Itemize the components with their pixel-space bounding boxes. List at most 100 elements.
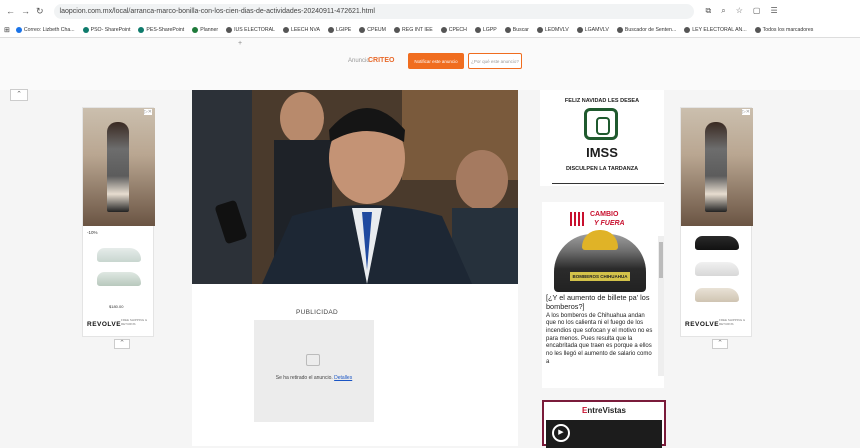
bookmark-favicon-icon xyxy=(138,26,145,33)
shoe-image xyxy=(695,288,739,302)
profile-icon[interactable]: ☰ xyxy=(770,6,777,16)
imss-emblem-icon xyxy=(584,108,618,140)
widget-scrollbar[interactable] xyxy=(658,236,664,376)
bookmark-favicon-icon xyxy=(82,26,89,33)
bookmark-label: LEECH NVA xyxy=(290,26,320,33)
cambio-y-fuera-widget: CAMBIO Y FUERA BOMBEROS CHIHUAHUA [¿Y el… xyxy=(542,202,664,388)
bookmark-favicon-icon xyxy=(616,26,623,33)
play-icon[interactable]: ▶ xyxy=(552,424,570,442)
shoe-image xyxy=(97,272,141,286)
why-ad-button[interactable]: ¿Por qué este anuncio? xyxy=(468,53,522,69)
helmet xyxy=(582,230,618,250)
star-icon[interactable]: ☆ xyxy=(736,6,743,16)
entrevistas-logo: EntreVistas xyxy=(544,406,664,415)
bookmark-favicon-icon xyxy=(226,26,233,33)
imss-greeting: FELIZ NAVIDAD LES DESEA xyxy=(564,98,640,104)
bookmark-item[interactable]: REG INT IEE xyxy=(394,26,433,33)
bookmark-favicon-icon xyxy=(504,26,511,33)
bookmark-label: LEDMVLV xyxy=(544,26,569,33)
bookmark-item[interactable]: Buscar xyxy=(504,26,529,33)
browser-tools: ⧉ ⌕ ☆ ▢ ☰ xyxy=(706,6,778,16)
advertising-label: PUBLICIDAD xyxy=(296,309,339,316)
bookmark-label: IUS ELECTORAL xyxy=(234,26,275,33)
logo-word-fuera: Y FUERA xyxy=(594,220,625,227)
bookmark-item[interactable]: LEDMVLV xyxy=(536,26,569,33)
right-ad-collapse-button[interactable]: ⌃ xyxy=(712,339,728,349)
cambio-y-fuera-logo: CAMBIO Y FUERA xyxy=(570,208,636,230)
bookmark-item[interactable]: LGIPE xyxy=(327,26,351,33)
ad-discount: -10% xyxy=(87,230,98,235)
ad-removed-message: Se ha retirado el anuncio. Detalles xyxy=(254,375,374,381)
zoom-icon[interactable]: ⌕ xyxy=(721,6,725,16)
left-ad-collapse-button[interactable]: ⌃ xyxy=(114,339,130,349)
ad-tagline: FREE SHIPPING & RETURNS xyxy=(719,318,746,326)
right-side-ad[interactable]: ▷✕ REVOLVE FREE SHIPPING & RETURNS xyxy=(680,107,753,337)
reload-icon[interactable]: ↻ xyxy=(36,6,44,17)
bookmark-label: Planner xyxy=(200,26,219,33)
imss-banner[interactable]: FELIZ NAVIDAD LES DESEA IMSS DISCULPEN L… xyxy=(540,90,664,186)
bookmark-item[interactable]: PES-SharePoint xyxy=(138,26,184,33)
bookmark-label: Buscador de Senten... xyxy=(624,26,677,33)
adchoices-icon[interactable]: ▷✕ xyxy=(741,109,750,115)
shoe-image xyxy=(695,236,739,250)
ad-model xyxy=(107,122,129,212)
left-side-ad[interactable]: ▷✕ -10% $180.00 REVOLVE FREE SHIPPING & … xyxy=(82,107,155,337)
bookmark-favicon-icon xyxy=(474,26,481,33)
imss-apology: DISCULPEN LA TARDANZA xyxy=(565,166,639,172)
back-icon[interactable]: ← xyxy=(6,6,15,17)
article-body: PUBLICIDAD Se ha retirado el anuncio. De… xyxy=(192,284,518,446)
collapse-up-button[interactable]: ⌃ xyxy=(10,89,28,101)
bookmark-item[interactable]: CPECH xyxy=(440,26,467,33)
cambio-body: A los bomberos de Chihuahua andan que no… xyxy=(546,312,653,365)
bookmark-item[interactable]: CPEUM xyxy=(359,26,386,33)
bookmark-item[interactable]: Correo: Lizbeth Cha... xyxy=(15,26,75,33)
shoe-image xyxy=(97,248,141,262)
bookmark-item[interactable]: LEECH NVA xyxy=(282,26,320,33)
bookmark-item[interactable]: PSO- SharePoint xyxy=(82,26,130,33)
bookmark-favicon-icon xyxy=(536,26,543,33)
bookmark-item[interactable]: Planner xyxy=(192,26,219,33)
cambio-headline[interactable]: [¿Y el aumento de billete pa' los bomber… xyxy=(546,293,656,312)
ad-removed-text: Se ha retirado el anuncio. xyxy=(275,375,333,381)
ad-details-link[interactable]: Detalles xyxy=(334,375,352,381)
report-ad-button[interactable]: Notificar este anuncio xyxy=(408,53,464,69)
bookmark-item[interactable]: LGAMVLV xyxy=(576,26,609,33)
bookmark-label: LGPP xyxy=(482,26,497,33)
entrevistas-widget[interactable]: EntreVistas ▶ xyxy=(542,400,666,448)
nav-buttons: ← → ↻ xyxy=(0,6,44,17)
scrollbar-thumb[interactable] xyxy=(659,242,663,278)
bookmark-label: LEY ELECTORAL AN... xyxy=(692,26,747,33)
ad-tagline: FREE SHIPPING & RETURNS xyxy=(121,318,148,326)
bookmark-label: CPECH xyxy=(448,26,467,33)
video-thumbnail[interactable]: ▶ xyxy=(546,420,662,448)
article-hero-image xyxy=(192,90,518,284)
bookmark-item[interactable]: LGPP xyxy=(474,26,497,33)
logo-word: ntreVistas xyxy=(587,406,626,415)
right-sidebar: FELIZ NAVIDAD LES DESEA IMSS DISCULPEN L… xyxy=(538,90,666,448)
ad-expand-plus[interactable]: + xyxy=(238,40,242,47)
bookmark-favicon-icon xyxy=(754,26,761,33)
address-bar[interactable]: laopcion.com.mx/local/arranca-marco-boni… xyxy=(53,3,694,19)
bookmark-item[interactable]: LEY ELECTORAL AN... xyxy=(684,26,747,33)
translate-icon[interactable]: ⧉ xyxy=(706,6,712,16)
bookmarks-bar: ⊞ Correo: Lizbeth Cha... PSO- SharePoint P… xyxy=(0,22,860,38)
bookmark-label: CPEUM xyxy=(367,26,386,33)
cambio-article-text: [¿Y el aumento de billete pa' los bomber… xyxy=(546,293,656,367)
adchoices-icon[interactable]: ▷✕ xyxy=(143,109,152,115)
imss-logo: IMSS xyxy=(586,145,618,160)
bookmark-item[interactable]: IUS ELECTORAL xyxy=(226,26,275,33)
bookmark-item[interactable]: Todos los marcadores xyxy=(754,26,813,33)
extensions-icon[interactable]: ▢ xyxy=(753,6,761,16)
bookmark-favicon-icon xyxy=(684,26,691,33)
forward-icon[interactable]: → xyxy=(21,6,30,17)
firefighter-shirt-text: BOMBEROS CHIHUAHUA xyxy=(570,272,630,281)
bookmark-favicon-icon xyxy=(192,26,199,33)
bookmark-item[interactable]: Buscador de Senten... xyxy=(616,26,677,33)
bookmark-favicon-icon xyxy=(576,26,583,33)
ad-label: Anuncio xyxy=(348,58,370,64)
bookmark-favicon-icon xyxy=(359,26,366,33)
bookmark-label: Correo: Lizbeth Cha... xyxy=(23,26,75,33)
apps-icon[interactable]: ⊞ xyxy=(4,26,10,34)
top-ad-strip: + Anuncio CRITEO Notificar este anuncio … xyxy=(0,38,860,90)
ad-model-photo xyxy=(83,108,155,226)
